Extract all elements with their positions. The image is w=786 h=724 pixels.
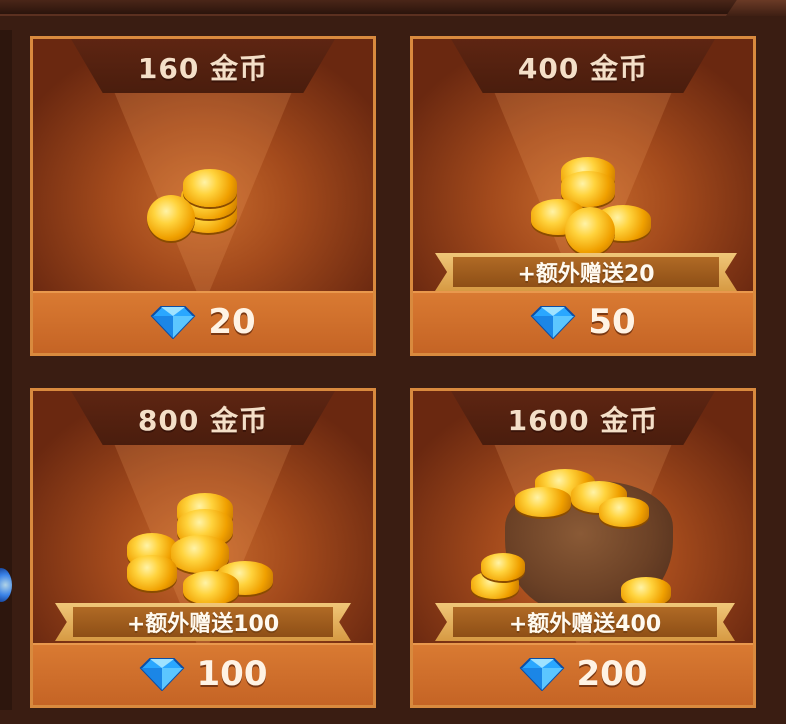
price-label: 50 (588, 302, 636, 342)
top-bar (0, 0, 786, 16)
price-button[interactable]: 20 (33, 297, 373, 347)
price-label: 100 (196, 654, 268, 694)
gold-coin-icon (525, 147, 665, 257)
gold-coin-icon (471, 461, 691, 611)
price-label: 20 (208, 302, 256, 342)
item-title: 400 金币 (517, 52, 649, 85)
bonus-label: +额外赠送100 (126, 612, 280, 637)
store-item-card[interactable]: 160 金币 20 (30, 36, 376, 356)
bonus-ribbon: +额外赠送400 (435, 603, 735, 641)
price-button[interactable]: 50 (413, 297, 753, 347)
price-button[interactable]: 100 (33, 649, 373, 699)
bonus-label: +额外赠送20 (517, 262, 655, 287)
gem-icon (150, 306, 196, 339)
gem-icon (519, 658, 564, 691)
store-item-card[interactable]: 400 金币 +额外赠送20 50 (410, 36, 756, 356)
gem-icon (139, 658, 184, 691)
item-title: 160 金币 (137, 52, 269, 85)
store-item-card[interactable]: 800 金币 +额外赠送100 100 (30, 388, 376, 708)
store-item-card[interactable]: 1600 金币 +额外赠送400 200 (410, 388, 756, 708)
price-label: 200 (576, 654, 648, 694)
item-title: 800 金币 (137, 404, 269, 437)
item-title: 1600 金币 (507, 404, 659, 437)
top-bar-notch (726, 0, 786, 16)
gem-icon (530, 306, 576, 339)
gold-coin-icon (141, 159, 251, 249)
bonus-ribbon: +额外赠送20 (435, 253, 737, 291)
left-panel-edge (0, 30, 12, 710)
price-button[interactable]: 200 (413, 649, 753, 699)
bonus-ribbon: +额外赠送100 (55, 603, 351, 641)
gold-coin-icon (119, 483, 289, 613)
bonus-label: +额外赠送400 (508, 612, 662, 637)
